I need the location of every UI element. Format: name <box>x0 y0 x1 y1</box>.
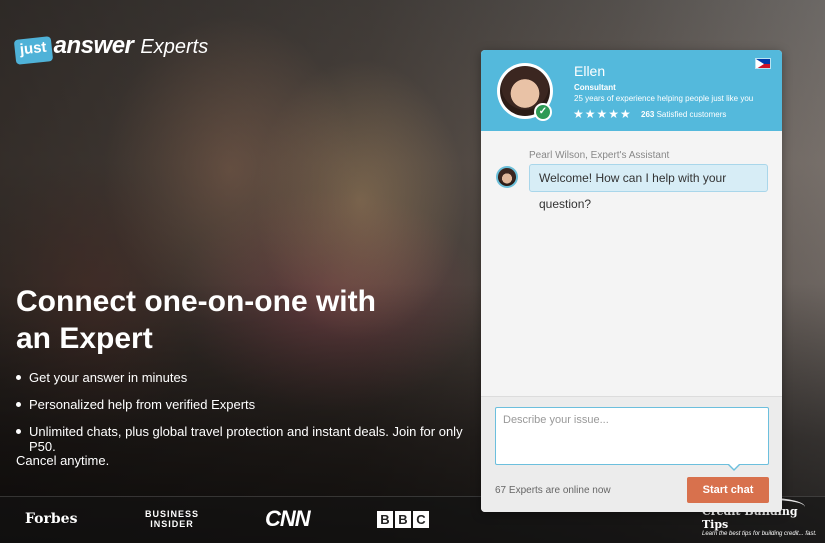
cancel-anytime-text: Cancel anytime. <box>16 453 110 468</box>
hero-headline: Connect one-on-one with an Expert <box>16 283 456 357</box>
satisfied-customers: 263 Satisfied customers <box>641 110 726 119</box>
business-insider-line-2: INSIDER <box>150 519 194 529</box>
logo-experts: Experts <box>140 36 209 58</box>
justanswer-logo[interactable]: just answer Experts <box>13 32 209 65</box>
expert-experience: 25 years of experience helping people ju… <box>574 94 754 103</box>
start-chat-button[interactable]: Start chat <box>687 477 769 503</box>
star-rating-icon: ★★★★★ <box>573 107 632 121</box>
assistant-name: Pearl Wilson, Expert's Assistant <box>529 150 670 161</box>
welcome-message: Welcome! How can I help with your questi… <box>529 164 768 211</box>
cnn-logo: CNN <box>265 506 311 531</box>
forbes-logo: Forbes <box>25 511 78 527</box>
business-insider-logo: BUSINESS INSIDER <box>145 509 199 529</box>
bbc-letter: B <box>377 511 393 528</box>
experts-online-status: 67 Experts are online now <box>495 485 611 496</box>
input-tail-inner <box>728 463 740 469</box>
assistant-avatar <box>496 166 518 188</box>
bbc-letter: C <box>413 511 429 528</box>
checkmark-icon: ✓ <box>534 103 552 121</box>
bbc-logo: B B C <box>377 511 429 528</box>
logo-just: just <box>13 36 53 65</box>
issue-input[interactable] <box>495 407 769 465</box>
expert-name: Ellen <box>574 63 606 79</box>
benefit-item: Get your answer in minutes <box>16 370 486 385</box>
benefit-item: Unlimited chats, plus global travel prot… <box>16 424 486 454</box>
headline-line-2: an Expert <box>16 322 153 355</box>
satisfied-count: 263 <box>641 110 655 119</box>
logo-answer: answer <box>53 32 134 59</box>
headline-line-1: Connect one-on-one with <box>16 285 376 318</box>
expert-role: Consultant <box>574 83 616 92</box>
satisfied-label: Satisfied customers <box>656 110 727 119</box>
benefits-list: Get your answer in minutes Personalized … <box>16 370 486 466</box>
benefit-item: Personalized help from verified Experts <box>16 397 486 412</box>
expert-header: ✓ Ellen Consultant 25 years of experienc… <box>481 50 782 131</box>
watermark-subtitle: Learn the best tips for building credit.… <box>702 531 817 537</box>
assistant-photo <box>498 168 516 186</box>
chat-widget: ✓ Ellen Consultant 25 years of experienc… <box>481 50 782 512</box>
business-insider-line-1: BUSINESS <box>145 509 200 519</box>
bbc-letter: B <box>395 511 411 528</box>
philippines-flag-icon <box>755 58 771 69</box>
